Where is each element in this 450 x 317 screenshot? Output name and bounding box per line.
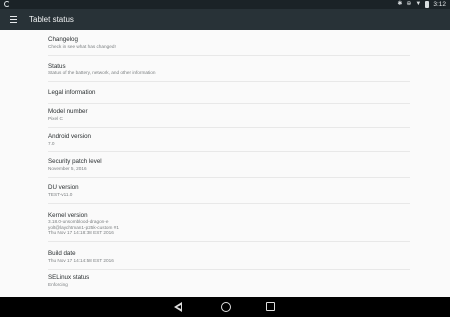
list-item-subtitle: November 5, 2016 [48, 166, 87, 171]
list-item-title: Model number [48, 108, 88, 115]
list-item-build-date[interactable]: Build date Thu Nov 17 14:14:58 EST 2016 [48, 242, 410, 270]
wifi-icon: ▼ [415, 1, 422, 7]
list-item-security-patch-level[interactable]: Security patch level November 5, 2016 [48, 152, 410, 178]
sync-icon [4, 1, 10, 7]
list-item-title: DU version [48, 184, 79, 191]
list-item-android-version[interactable]: Android version 7.0 [48, 128, 410, 152]
list-item-changelog[interactable]: Changelog Check in see what has changed! [48, 30, 410, 56]
list-item-subtitle: Pixel C [48, 116, 63, 121]
list-item-title: Security patch level [48, 158, 102, 165]
status-bar: ✱ ⊕ ▼ 3:12 [0, 0, 450, 9]
recents-icon[interactable] [266, 302, 275, 311]
list-item-title: Android version [48, 133, 91, 140]
list-item-title: Changelog [48, 36, 78, 43]
status-icons: ✱ ⊕ ▼ 3:12 [397, 0, 446, 9]
list-item-subtitle: Check in see what has changed! [48, 44, 116, 49]
back-icon[interactable] [174, 302, 182, 312]
list-item-subtitle-line: Thu Nov 17 14:18:38 EST 2016 [48, 230, 114, 235]
home-icon[interactable] [221, 302, 231, 312]
list-item-subtitle: TEST-v11.0 [48, 192, 73, 197]
list-item-title: Legal information [48, 89, 96, 96]
hamburger-menu-icon[interactable] [10, 15, 17, 24]
navigation-bar [0, 297, 450, 317]
list-item-legal-information[interactable]: Legal information [48, 82, 410, 104]
list-item-kernel-version[interactable]: Kernel version 3.18.0-unsomblood-dragon-… [48, 204, 410, 242]
battery-icon [425, 1, 430, 8]
list-item-subtitle: Thu Nov 17 14:14:58 EST 2016 [48, 257, 114, 263]
list-item-selinux-status[interactable]: SELinux status Enforcing [48, 270, 410, 297]
list-item-model-number[interactable]: Model number Pixel C [48, 104, 410, 128]
list-item-subtitle: Enforcing [48, 282, 68, 287]
list-item-subtitle: 7.0 [48, 141, 55, 146]
settings-list: Changelog Check in see what has changed!… [0, 30, 450, 297]
list-item-subtitle: Status of the battery, network, and othe… [48, 70, 156, 75]
clock: 3:12 [433, 1, 446, 8]
list-item-title: SELinux status [48, 274, 90, 281]
page-title: Tablet status [29, 15, 74, 24]
data-saver-icon: ⊕ [406, 1, 412, 7]
list-item-status[interactable]: Status Status of the battery, network, a… [48, 56, 410, 82]
app-bar: Tablet status [0, 9, 450, 30]
bluetooth-icon: ✱ [397, 1, 403, 7]
list-item-du-version[interactable]: DU version TEST-v11.0 [48, 178, 410, 204]
